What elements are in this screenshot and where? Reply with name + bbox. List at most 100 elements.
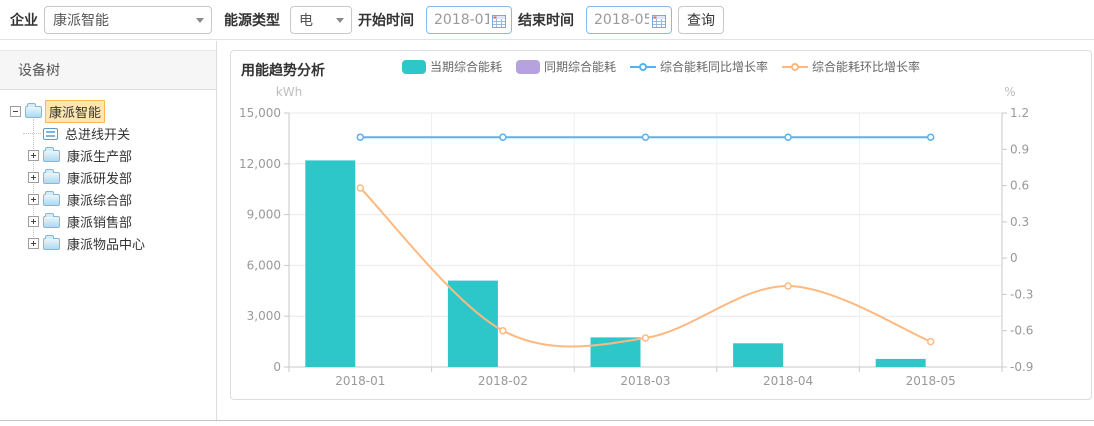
legend-bar-swatch	[402, 60, 426, 74]
legend-item-1[interactable]: 同期综合能耗	[516, 58, 616, 75]
line-path	[360, 188, 930, 347]
legend-item-3[interactable]: 综合能耗环比增长率	[782, 58, 920, 75]
legend-item-2[interactable]: 综合能耗同比增长率	[630, 58, 768, 75]
start-time-picker[interactable]	[426, 6, 512, 34]
right-axis-tick: 0.3	[1010, 215, 1029, 229]
folder-icon	[43, 216, 60, 228]
collapse-icon[interactable]	[10, 106, 21, 117]
bar	[733, 343, 783, 367]
folder-icon	[25, 106, 42, 118]
left-axis-tick: 0	[273, 360, 281, 374]
bar	[305, 160, 355, 367]
bar	[876, 359, 926, 367]
folder-icon	[43, 238, 60, 250]
expand-icon[interactable]	[28, 172, 39, 183]
device-tree: 康派智能总进线开关康派生产部康派研发部康派综合部康派销售部康派物品中心	[0, 90, 216, 254]
tree-node-label[interactable]: 康派生产部	[63, 144, 136, 167]
axes	[284, 113, 1007, 372]
legend-label: 同期综合能耗	[544, 58, 616, 75]
x-axis-tick: 2018-05	[906, 374, 956, 388]
line-marker	[928, 339, 934, 345]
trend-chart: 15,00012,0009,0006,0003,00001.20.90.60.3…	[231, 51, 1091, 399]
device-tree-sidebar: 设备树 康派智能总进线开关康派生产部康派研发部康派综合部康派销售部康派物品中心	[0, 41, 217, 420]
line-marker	[500, 134, 506, 140]
line-marker	[643, 134, 649, 140]
start-time-input[interactable]	[427, 12, 489, 28]
x-axis-tick: 2018-03	[620, 374, 670, 388]
left-axis-tick: 6,000	[247, 258, 281, 272]
enterprise-select-value: 康派智能	[53, 10, 109, 30]
legend-label: 综合能耗环比增长率	[812, 58, 920, 75]
bar-series-0[interactable]	[305, 160, 925, 367]
line-marker	[785, 283, 791, 289]
x-axis-tick: 2018-02	[478, 374, 528, 388]
tree-node-4[interactable]: 康派综合部	[28, 188, 216, 210]
tree-node-label[interactable]: 康派研发部	[63, 166, 136, 189]
right-axis-tick: -0.3	[1010, 287, 1033, 301]
tree-connector	[28, 128, 43, 139]
end-time-picker[interactable]	[586, 6, 672, 34]
legend-label: 综合能耗同比增长率	[660, 58, 768, 75]
tree-node-label[interactable]: 康派综合部	[63, 188, 136, 211]
right-axis-tick: -0.9	[1010, 360, 1033, 374]
energy-type-label: 能源类型	[224, 10, 280, 30]
energy-monitor-page: 企业 康派智能 能源类型 电 开始时间 结束时间	[0, 0, 1094, 426]
line-marker	[928, 134, 934, 140]
line-marker	[357, 185, 363, 191]
expand-icon[interactable]	[28, 238, 39, 249]
expand-icon[interactable]	[28, 194, 39, 205]
energy-type-select-value: 电	[299, 10, 313, 30]
expand-icon[interactable]	[28, 150, 39, 161]
tree-node-6[interactable]: 康派物品中心	[28, 232, 216, 254]
end-time-input[interactable]	[587, 12, 649, 28]
x-axis-tick: 2018-04	[763, 374, 813, 388]
query-button[interactable]: 查询	[678, 6, 724, 34]
left-axis-tick: 12,000	[239, 157, 281, 171]
expand-icon[interactable]	[28, 216, 39, 227]
legend-label: 当期综合能耗	[430, 58, 502, 75]
line-marker	[500, 328, 506, 334]
legend-line-icon	[782, 60, 808, 74]
chart-legend: 当期综合能耗 同期综合能耗 综合能耗同比增长率 综合能耗环比增长率	[231, 58, 1091, 75]
x-axis-tick: 2018-01	[335, 374, 385, 388]
line-marker	[785, 134, 791, 140]
right-axis-tick: 1.2	[1010, 106, 1029, 120]
folder-icon	[43, 172, 60, 184]
device-tree-header: 设备树	[0, 50, 216, 90]
right-axis-tick: -0.6	[1010, 324, 1033, 338]
legend-bar-swatch	[516, 60, 540, 74]
tree-children: 总进线开关康派生产部康派研发部康派综合部康派销售部康派物品中心	[28, 122, 216, 254]
tree-node-label[interactable]: 总进线开关	[61, 122, 134, 145]
legend-item-0[interactable]: 当期综合能耗	[402, 58, 502, 75]
tree-node-label[interactable]: 康派物品中心	[63, 232, 149, 255]
tree-node-0[interactable]: 康派智能	[10, 100, 216, 122]
line-series-0[interactable]	[357, 134, 933, 140]
tree-node-3[interactable]: 康派研发部	[28, 166, 216, 188]
tree-node-1[interactable]: 总进线开关	[28, 122, 216, 144]
energy-type-select[interactable]: 电	[290, 6, 352, 34]
right-axis-name: %	[1004, 85, 1015, 99]
end-time-label: 结束时间	[518, 10, 574, 30]
page-bottom-divider	[0, 420, 1094, 421]
chevron-down-icon	[196, 18, 204, 23]
grid-lines	[289, 113, 1002, 367]
top-toolbar: 企业 康派智能 能源类型 电 开始时间 结束时间	[0, 0, 1094, 40]
tree-node-2[interactable]: 康派生产部	[28, 144, 216, 166]
meter-icon	[43, 128, 58, 140]
start-time-label: 开始时间	[358, 10, 414, 30]
calendar-icon[interactable]	[652, 14, 666, 28]
line-marker	[643, 335, 649, 341]
folder-icon	[43, 150, 60, 162]
tree-node-5[interactable]: 康派销售部	[28, 210, 216, 232]
enterprise-select[interactable]: 康派智能	[44, 6, 212, 34]
right-axis-tick: 0.6	[1010, 179, 1029, 193]
left-axis-tick: 15,000	[239, 106, 281, 120]
tree-node-label[interactable]: 康派智能	[45, 100, 105, 123]
trend-panel: 15,00012,0009,0006,0003,00001.20.90.60.3…	[230, 50, 1092, 400]
tree-node-label[interactable]: 康派销售部	[63, 210, 136, 233]
left-axis-tick: 3,000	[247, 309, 281, 323]
calendar-icon[interactable]	[492, 14, 506, 28]
line-marker	[357, 134, 363, 140]
left-axis-tick: 9,000	[247, 208, 281, 222]
chevron-down-icon	[336, 18, 344, 23]
